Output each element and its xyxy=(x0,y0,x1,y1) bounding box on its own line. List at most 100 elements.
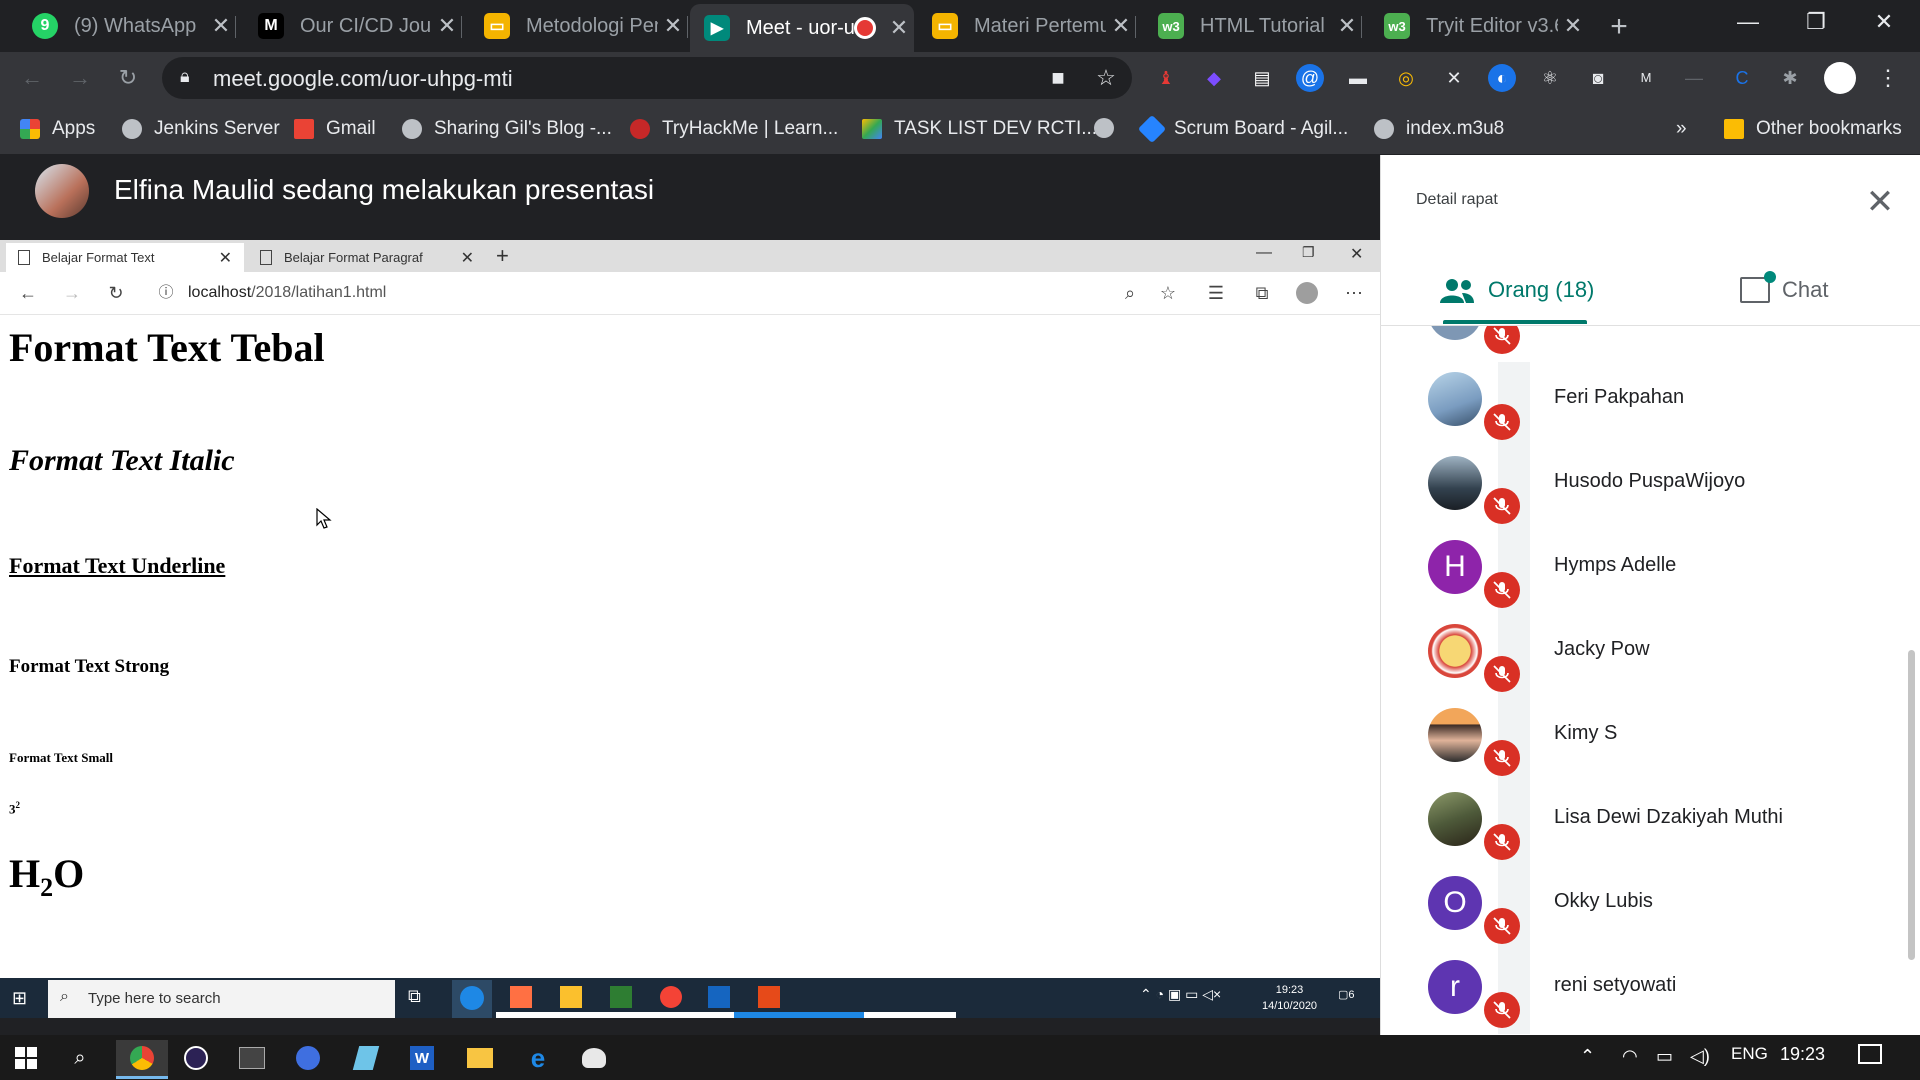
browser-tab-html-tutorial[interactable]: w3 HTML Tutorial ✕ xyxy=(1144,4,1362,48)
back-icon[interactable]: ← xyxy=(16,62,48,94)
participant-row[interactable]: Husodo PuspaWijoyo xyxy=(1380,446,1920,530)
bookmark-jenkins[interactable]: Jenkins Server xyxy=(122,112,280,146)
taskbar-search-icon[interactable]: ⌕ xyxy=(58,1040,102,1076)
close-tab-icon[interactable]: ✕ xyxy=(432,13,462,39)
taskbar-terminal-app[interactable] xyxy=(230,1040,274,1076)
globe-icon xyxy=(122,119,142,139)
browser-tab-medium[interactable]: M Our CI/CD Journ ✕ xyxy=(244,4,462,48)
taskbar-app-notepad[interactable] xyxy=(344,1040,388,1076)
participant-row[interactable]: Lisa Dewi Dzakiyah Muthi xyxy=(1380,782,1920,866)
close-tab-icon[interactable]: ✕ xyxy=(1558,13,1588,39)
profile-avatar[interactable] xyxy=(1824,62,1856,94)
participant-row[interactable]: O Okky Lubis xyxy=(1380,866,1920,950)
participant-row[interactable]: r reni setyowati xyxy=(1380,950,1920,1034)
extension-chess-icon[interactable]: ♝ xyxy=(1152,64,1180,92)
inner-chrome-icon xyxy=(660,986,682,1008)
forward-icon[interactable]: → xyxy=(64,62,96,94)
close-tab-icon[interactable]: ✕ xyxy=(884,15,914,41)
extension-react-icon[interactable]: ⚛ xyxy=(1536,64,1564,92)
text-strong: Format Text Strong xyxy=(9,656,170,677)
close-panel-button[interactable]: ✕ xyxy=(1860,182,1900,222)
restore-button[interactable]: ❐ xyxy=(1782,0,1850,44)
volume-icon[interactable]: ◁) xyxy=(1690,1046,1710,1067)
inner-progress-fill xyxy=(734,1012,864,1018)
participant-row[interactable] xyxy=(1380,326,1920,360)
menu-icon[interactable]: ⋮ xyxy=(1872,62,1904,94)
participant-row[interactable]: Jacky Pow xyxy=(1380,614,1920,698)
close-tab-icon[interactable]: ✕ xyxy=(658,13,688,39)
extension-search-icon[interactable]: ◎ xyxy=(1392,64,1420,92)
close-tab-icon[interactable]: ✕ xyxy=(1332,13,1362,39)
show-hidden-icons[interactable]: ⌃ xyxy=(1580,1046,1595,1067)
extension-camera-icon[interactable]: ◙ xyxy=(1584,64,1612,92)
tryhackme-icon xyxy=(630,119,650,139)
taskbar-explorer-app[interactable] xyxy=(458,1040,502,1076)
browser-tab-tryit[interactable]: w3 Tryit Editor v3.6 ✕ xyxy=(1370,4,1588,48)
bookmark-label: Apps xyxy=(52,118,96,139)
browser-tab-metodologi[interactable]: ▭ Metodologi Pen ✕ xyxy=(470,4,688,48)
browser-tab-whatsapp[interactable]: 9 (9) WhatsApp ✕ xyxy=(18,4,236,48)
bookmark-task-list[interactable]: TASK LIST DEV RCTI... xyxy=(862,112,1097,146)
inner-zoom-icon: ⌕ xyxy=(1124,283,1136,303)
globe-icon[interactable] xyxy=(1094,118,1114,138)
taskbar-app-extra[interactable] xyxy=(572,1040,616,1076)
participant-row[interactable]: Kimy S xyxy=(1380,698,1920,782)
meet-icon: ▶ xyxy=(704,15,730,41)
text-subscript: H2O xyxy=(9,851,85,902)
minimize-button[interactable]: — xyxy=(1714,0,1782,44)
taskbar-app-blue[interactable] xyxy=(286,1040,330,1076)
bookmark-tryhackme[interactable]: TryHackMe | Learn... xyxy=(630,112,838,146)
taskbar-word-app[interactable]: W xyxy=(400,1040,444,1076)
wifi-icon[interactable]: ◠ xyxy=(1622,1046,1638,1067)
action-center-icon[interactable] xyxy=(1858,1044,1882,1064)
bookmark-other[interactable]: Other bookmarks xyxy=(1724,112,1902,146)
close-tab-icon[interactable]: ✕ xyxy=(206,13,236,39)
panel-scrollbar[interactable] xyxy=(1908,650,1915,960)
battery-icon[interactable]: ▭ xyxy=(1656,1046,1673,1067)
bookmark-apps[interactable]: Apps xyxy=(20,112,95,146)
participant-avatar: r xyxy=(1428,960,1482,1014)
taskbar-chrome-app[interactable] xyxy=(116,1040,168,1079)
participant-row[interactable]: Feri Pakpahan xyxy=(1380,362,1920,446)
tab-people[interactable]: Orang (18) xyxy=(1440,270,1594,310)
star-icon[interactable]: ☆ xyxy=(1090,62,1122,94)
new-tab-button[interactable]: + xyxy=(1602,10,1636,44)
participant-name: reni setyowati xyxy=(1554,974,1677,996)
extension-o-icon[interactable]: ◐ xyxy=(1488,64,1516,92)
info-icon: ⓘ xyxy=(158,284,174,301)
extension-folder-icon[interactable]: ▬ xyxy=(1344,64,1372,92)
participant-row[interactable]: H Hymps Adelle xyxy=(1380,530,1920,614)
bookmark-index-m3u8[interactable]: index.m3u8 xyxy=(1374,112,1504,146)
inner-word-icon xyxy=(708,986,730,1008)
close-tab-icon[interactable]: ✕ xyxy=(1106,13,1136,39)
camera-icon[interactable]: ■ xyxy=(1042,62,1074,94)
taskbar-eclipse-app[interactable] xyxy=(174,1040,218,1076)
browser-tab-materi[interactable]: ▭ Materi Pertemu ✕ xyxy=(918,4,1136,48)
extension-dash-icon[interactable]: — xyxy=(1680,64,1708,92)
extensions-puzzle-icon[interactable]: ✱ xyxy=(1776,64,1804,92)
extension-x-icon[interactable]: ✕ xyxy=(1440,64,1468,92)
extension-m-icon[interactable]: M xyxy=(1632,64,1660,92)
page-icon xyxy=(260,250,272,265)
url-text[interactable]: meet.google.com/uor-uhpg-mti xyxy=(213,66,513,92)
extension-c-icon[interactable]: C xyxy=(1728,64,1756,92)
bookmark-scrum-board[interactable]: Scrum Board - Agil... xyxy=(1137,112,1348,146)
bookmark-gmail[interactable]: Gmail xyxy=(294,112,376,146)
taskbar-clock[interactable]: 19:23 xyxy=(1780,1044,1825,1065)
extension-at-icon[interactable]: @ xyxy=(1296,64,1324,92)
bookmark-sharing-gil[interactable]: Sharing Gil's Blog -... xyxy=(402,112,612,146)
taskbar-edge-app[interactable]: e xyxy=(516,1040,560,1076)
tab-title: Our CI/CD Journ xyxy=(300,14,432,37)
globe-icon xyxy=(1374,119,1394,139)
tab-title: Belajar Format Text xyxy=(42,250,155,265)
browser-tab-meet[interactable]: ▶ Meet - uor-u ✕ xyxy=(690,4,914,52)
extension-diamond-icon[interactable]: ◆ xyxy=(1200,64,1228,92)
reload-icon[interactable]: ↻ xyxy=(112,62,144,94)
tab-chat[interactable]: Chat xyxy=(1740,270,1828,310)
bookmarks-overflow[interactable]: » xyxy=(1676,112,1687,146)
language-indicator[interactable]: ENG xyxy=(1731,1044,1768,1064)
start-button[interactable] xyxy=(4,1040,48,1076)
bookmark-label: TryHackMe | Learn... xyxy=(662,118,839,139)
close-window-button[interactable]: ✕ xyxy=(1850,0,1918,44)
extension-list-icon[interactable]: ▤ xyxy=(1248,64,1276,92)
